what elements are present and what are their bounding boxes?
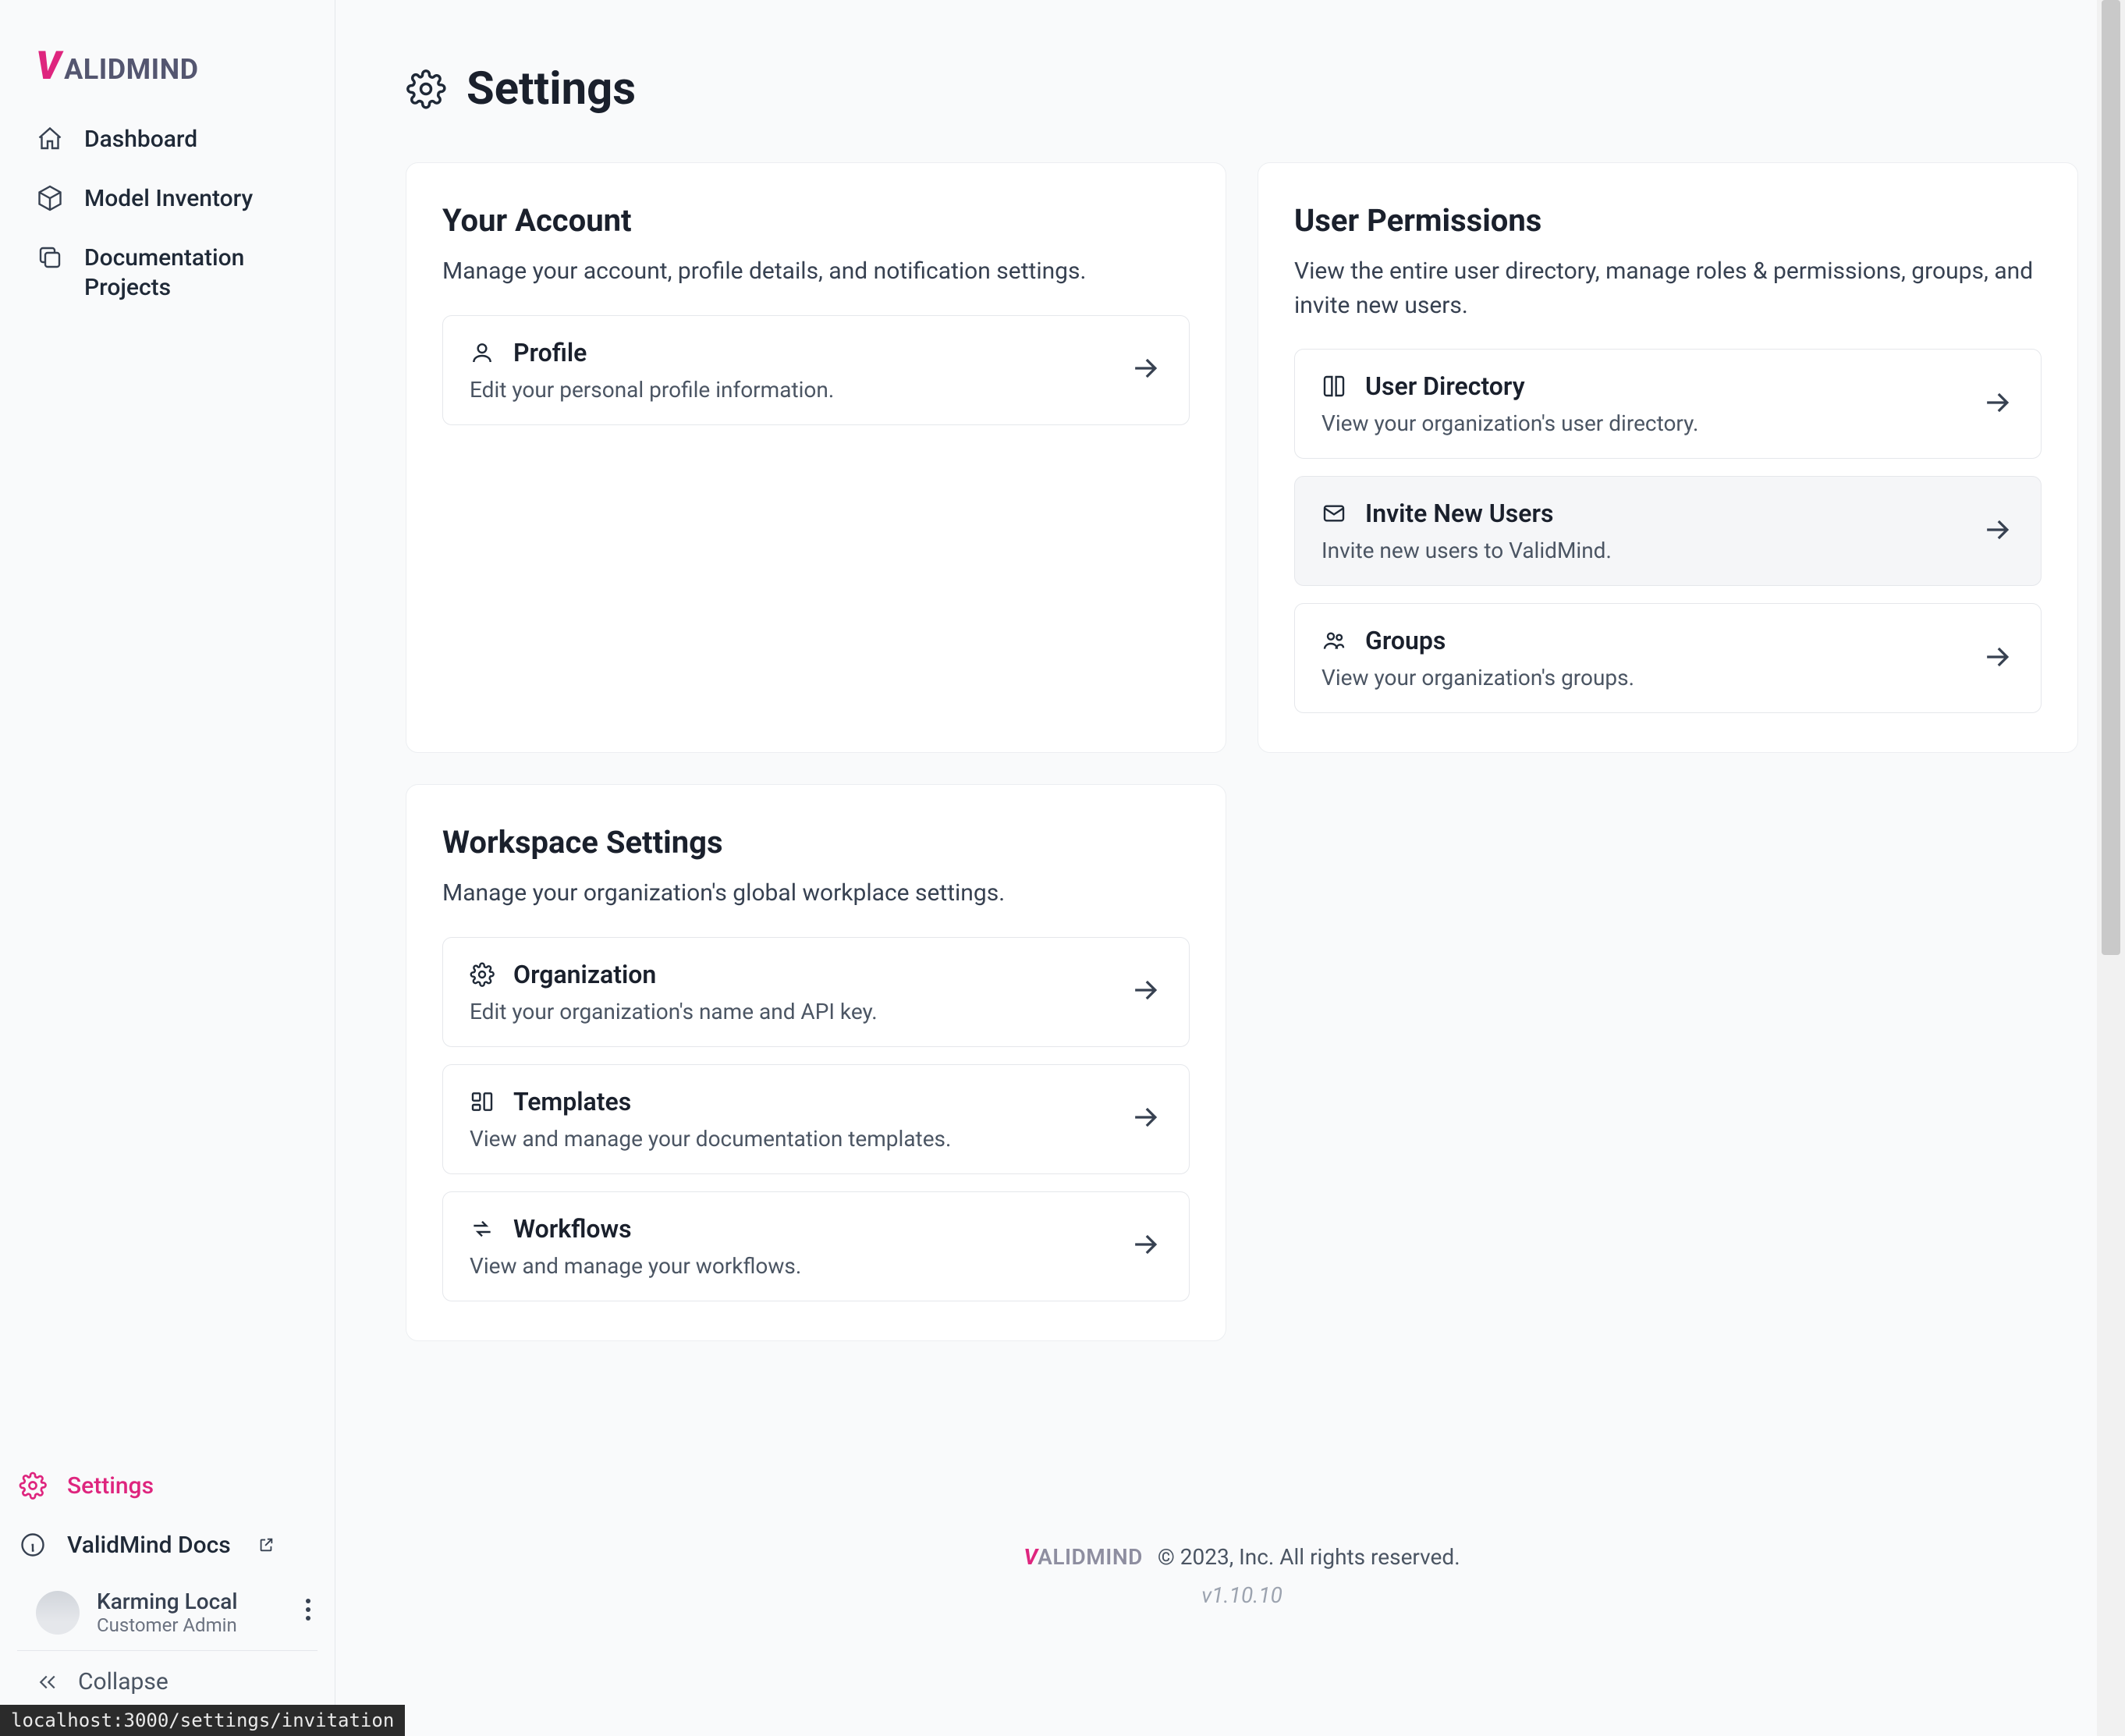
sidebar-item-settings[interactable]: Settings (0, 1456, 335, 1515)
collapse-sidebar-button[interactable]: Collapse (0, 1651, 335, 1713)
arrow-right-icon (1980, 385, 2014, 423)
link-desc: View and manage your documentation templ… (470, 1126, 1105, 1152)
page-title: Settings (406, 62, 2078, 115)
sidebar-item-validmind-docs[interactable]: ValidMind Docs (0, 1515, 335, 1574)
user-name: Karming Local (97, 1589, 282, 1614)
card-invite-new-users[interactable]: Invite New Users Invite new users to Val… (1294, 476, 2042, 586)
link-desc: Edit your organization's name and API ke… (470, 999, 1105, 1024)
scrollbar-thumb[interactable] (2102, 0, 2120, 955)
sidebar-item-model-inventory[interactable]: Model Inventory (17, 169, 318, 228)
footer-copyright: © 2023, Inc. All rights reserved. (1158, 1544, 1460, 1570)
section-title: Your Account (442, 202, 1190, 239)
section-desc: Manage your organization's global workpl… (442, 876, 1190, 911)
sidebar: VALIDMIND Dashboard Model Inventory Docu… (0, 0, 335, 1736)
arrows-exchange-icon (470, 1216, 495, 1241)
card-templates[interactable]: Templates View and manage your documenta… (442, 1064, 1190, 1174)
copy-icon (36, 243, 64, 272)
link-title: Templates (513, 1087, 631, 1117)
logo[interactable]: VALIDMIND (0, 0, 335, 109)
users-icon (1321, 628, 1346, 653)
card-workflows[interactable]: Workflows View and manage your workflows… (442, 1191, 1190, 1301)
section-desc: Manage your account, profile details, an… (442, 254, 1190, 289)
sidebar-bottom: Settings ValidMind Docs Karming Local Cu… (0, 1456, 335, 1736)
scrollbar[interactable] (2097, 0, 2125, 1736)
link-desc: View your organization's groups. (1321, 665, 1956, 690)
sidebar-item-label: ValidMind Docs (67, 1532, 231, 1559)
section-your-account: Your Account Manage your account, profil… (406, 162, 1226, 753)
section-title: User Permissions (1294, 202, 2042, 239)
user-role: Customer Admin (97, 1614, 282, 1636)
arrow-right-icon (1128, 1100, 1162, 1138)
link-title: Groups (1365, 626, 1446, 655)
section-desc: View the entire user directory, manage r… (1294, 254, 2042, 322)
card-user-directory[interactable]: User Directory View your organization's … (1294, 349, 2042, 459)
book-icon (1321, 374, 1346, 399)
home-icon (36, 125, 64, 153)
logo-mark: V (36, 47, 59, 86)
kebab-icon (305, 1598, 311, 1621)
link-desc: Edit your personal profile information. (470, 377, 1105, 403)
page-title-text: Settings (467, 62, 636, 115)
link-desc: View your organization's user directory. (1321, 410, 1956, 436)
link-title: Workflows (513, 1214, 632, 1244)
arrow-right-icon (1128, 973, 1162, 1010)
gear-icon (19, 1472, 47, 1500)
link-title: User Directory (1365, 371, 1525, 401)
main-content: Settings Your Account Manage your accoun… (335, 0, 2125, 1736)
link-title: Invite New Users (1365, 499, 1553, 528)
link-desc: View and manage your workflows. (470, 1253, 1105, 1279)
card-organization[interactable]: Organization Edit your organization's na… (442, 937, 1190, 1047)
sidebar-item-dashboard[interactable]: Dashboard (17, 109, 318, 169)
footer-logo: VALIDMIND (1023, 1544, 1142, 1570)
chevrons-left-icon (36, 1670, 59, 1694)
info-icon (19, 1531, 47, 1559)
sidebar-item-label: Settings (67, 1472, 154, 1500)
sidebar-nav: Dashboard Model Inventory Documentation … (0, 109, 335, 1456)
link-title: Profile (513, 338, 587, 367)
card-groups[interactable]: Groups View your organization's groups. (1294, 603, 2042, 713)
card-profile[interactable]: Profile Edit your personal profile infor… (442, 315, 1190, 425)
link-desc: Invite new users to ValidMind. (1321, 538, 1956, 563)
section-title: Workspace Settings (442, 824, 1190, 861)
layout-icon (470, 1089, 495, 1114)
browser-status-bar: localhost:3000/settings/invitation (0, 1705, 405, 1736)
external-link-icon (257, 1536, 275, 1553)
footer-version: v1.10.10 (406, 1582, 2078, 1608)
link-title: Organization (513, 960, 656, 989)
cube-icon (36, 184, 64, 212)
collapse-label: Collapse (78, 1668, 169, 1695)
section-workspace-settings: Workspace Settings Manage your organizat… (406, 784, 1226, 1341)
sidebar-item-label: Dashboard (84, 126, 197, 153)
user-menu-button[interactable] (299, 1592, 318, 1634)
arrow-right-icon (1128, 1227, 1162, 1265)
gear-icon (406, 69, 446, 109)
sidebar-item-label: Documentation Projects (84, 243, 299, 302)
logo-text: ALIDMIND (64, 53, 198, 86)
user-icon (470, 340, 495, 365)
arrow-right-icon (1980, 513, 2014, 550)
gear-icon (470, 962, 495, 987)
section-user-permissions: User Permissions View the entire user di… (1258, 162, 2078, 753)
mail-icon (1321, 501, 1346, 526)
arrow-right-icon (1980, 640, 2014, 677)
page-footer: VALIDMIND © 2023, Inc. All rights reserv… (406, 1544, 2078, 1608)
arrow-right-icon (1128, 351, 1162, 389)
sidebar-item-documentation-projects[interactable]: Documentation Projects (17, 228, 318, 318)
avatar[interactable] (36, 1591, 80, 1635)
sidebar-item-label: Model Inventory (84, 185, 253, 212)
user-profile-row: Karming Local Customer Admin (0, 1574, 335, 1650)
